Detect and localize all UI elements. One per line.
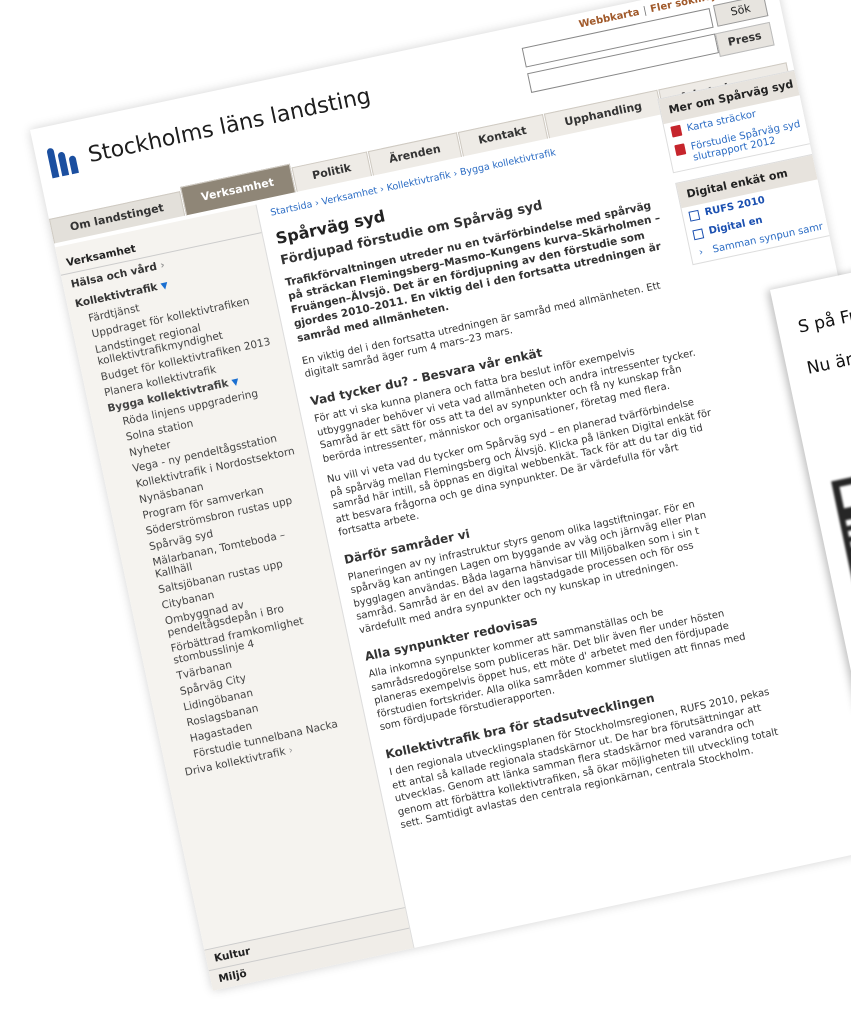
- qr-code-icon: [831, 452, 851, 619]
- chevron-right-icon: ›: [159, 259, 166, 272]
- square-icon: [688, 209, 701, 222]
- sidebar-footer: Kultur Miljö: [204, 907, 414, 991]
- triangle-down-icon: ▼: [231, 377, 240, 389]
- scene: Stockholms läns landsting Webbkarta|Fler…: [0, 0, 851, 1012]
- tab-kontakt[interactable]: Kontakt: [457, 114, 548, 157]
- press-button[interactable]: Press: [714, 21, 775, 57]
- tab-politik[interactable]: Politik: [291, 151, 373, 192]
- right-column: Mer om Spårväg syd Karta sträckor Förstu…: [657, 65, 851, 275]
- chevron-right-icon: ›: [287, 744, 295, 757]
- logo-mark-icon: [46, 142, 85, 179]
- square-icon: [692, 228, 705, 241]
- pdf-icon: [670, 124, 683, 138]
- web-page: Stockholms läns landsting Webbkarta|Fler…: [30, 0, 851, 991]
- logo-text: Stockholms läns landsting: [85, 83, 373, 168]
- pdf-icon: [674, 143, 687, 157]
- chevron-right-icon: ›: [698, 246, 705, 259]
- triangle-down-icon: ▼: [160, 280, 169, 293]
